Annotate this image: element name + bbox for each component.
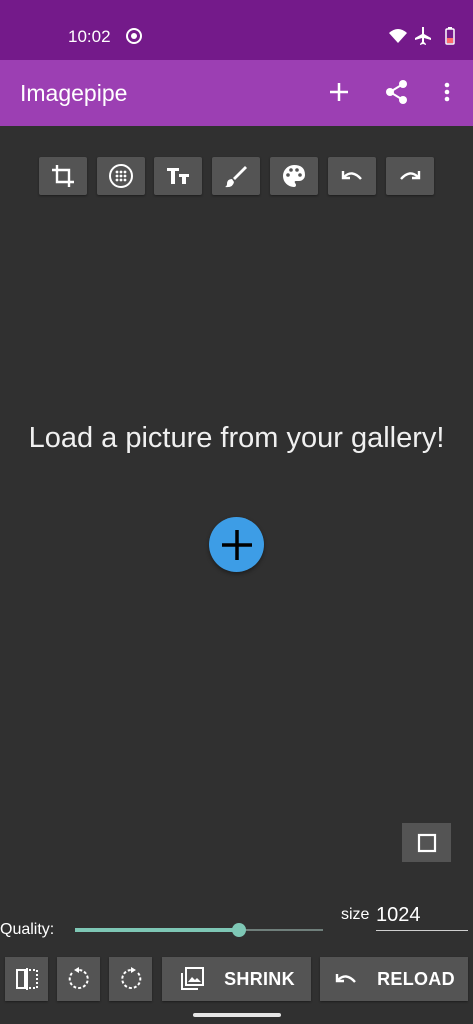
more-vert-icon[interactable] [433, 78, 461, 106]
airplane-icon [413, 26, 433, 46]
battery-icon [440, 26, 460, 46]
crop-icon [52, 165, 74, 187]
text-button[interactable] [154, 157, 202, 195]
brush-icon [225, 166, 247, 188]
gesture-nav-bar[interactable] [193, 1013, 281, 1017]
flip-button[interactable] [5, 957, 48, 1001]
reload-button[interactable]: RELOAD [320, 957, 468, 1001]
media-record-icon [124, 26, 144, 46]
load-picture-message: Load a picture from your gallery! [28, 422, 445, 454]
palette-icon [283, 165, 305, 187]
rotate-right-button[interactable] [109, 957, 152, 1001]
quality-slider[interactable] [75, 920, 323, 940]
gallery-icon [181, 967, 205, 990]
size-label: size [341, 906, 370, 923]
quality-slider-thumb[interactable] [232, 923, 246, 937]
add-icon [221, 529, 252, 560]
app-title: Imagepipe [20, 80, 128, 106]
load-picture-fab[interactable] [209, 517, 264, 572]
text-icon [167, 168, 189, 184]
rotate-left-button[interactable] [57, 957, 100, 1001]
redo-button[interactable] [386, 157, 434, 195]
palette-button[interactable] [270, 157, 318, 195]
rotate-right-icon [120, 967, 141, 989]
aspect-square-button[interactable] [402, 823, 451, 862]
status-bar: 10:02 [0, 0, 473, 60]
app-bar: Imagepipe [0, 60, 473, 126]
status-time: 10:02 [68, 27, 111, 46]
wifi-icon [388, 26, 408, 46]
blur-button[interactable] [97, 157, 145, 195]
rotate-left-icon [68, 967, 89, 989]
brush-button[interactable] [212, 157, 260, 195]
shrink-button[interactable]: SHRINK [162, 957, 311, 1001]
undo-button[interactable] [328, 157, 376, 195]
size-input[interactable] [376, 900, 468, 931]
reload-label: RELOAD [377, 968, 455, 989]
share-icon[interactable] [383, 78, 411, 106]
quality-slider-fill [75, 928, 239, 932]
blur-icon [109, 164, 133, 188]
flip-icon [15, 968, 38, 990]
crop-button[interactable] [39, 157, 87, 195]
undo-icon [341, 171, 362, 180]
shrink-label: SHRINK [224, 968, 295, 989]
add-icon[interactable] [325, 78, 353, 106]
redo-icon [400, 171, 421, 180]
reload-undo-icon [335, 974, 356, 983]
square-icon [417, 833, 436, 852]
quality-label: Quality: [0, 921, 55, 938]
